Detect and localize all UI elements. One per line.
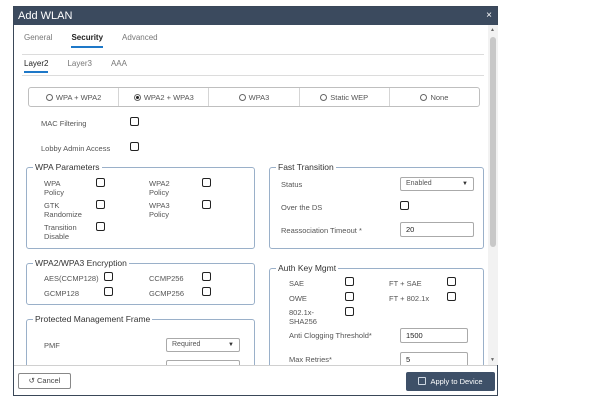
encryption-title: WPA2/WPA3 Encryption — [33, 258, 129, 268]
gtk-randomize-checkbox[interactable] — [96, 200, 105, 209]
security-mode-selector: WPA + WPA2 WPA2 + WPA3 WPA3 Static WEP N… — [28, 87, 480, 107]
security-subtabs: Layer2 Layer3 AAA — [24, 59, 127, 73]
gcmp256-checkbox[interactable] — [202, 287, 211, 296]
ft-status-label: Status — [281, 180, 303, 189]
undo-icon: ↺ — [28, 376, 35, 385]
pmf-select[interactable]: Required ▼ — [166, 338, 240, 352]
anti-clogging-label: Anti Clogging Threshold* — [289, 331, 372, 340]
lobby-admin-access-label: Lobby Admin Access — [41, 144, 111, 153]
lobby-admin-access-checkbox[interactable] — [130, 142, 139, 151]
ccmp256-label: CCMP256 — [149, 274, 184, 283]
over-the-ds-label: Over the DS — [281, 203, 323, 212]
tab-general[interactable]: General — [24, 33, 52, 48]
main-tabs: General Security Advanced — [24, 33, 158, 48]
gtk-randomize-label: GTK Randomize — [44, 201, 82, 219]
add-wlan-dialog: Add WLAN × General Security Advanced Lay… — [13, 6, 498, 396]
caret-down-icon: ▼ — [462, 181, 468, 187]
scrollbar-thumb[interactable] — [490, 37, 496, 247]
radio-selected-icon — [133, 93, 141, 101]
reassociation-timeout-label: Reassociation Timeout * — [281, 226, 362, 235]
mode-option-wpa3[interactable]: WPA3 — [209, 88, 300, 106]
scroll-down-icon[interactable]: ▼ — [490, 357, 495, 363]
fast-transition-title: Fast Transition — [276, 162, 336, 172]
tab-security[interactable]: Security — [71, 33, 104, 48]
ft-8021x-checkbox[interactable] — [447, 292, 456, 301]
dialog-title: Add WLAN — [18, 10, 73, 22]
ccmp256-checkbox[interactable] — [202, 272, 211, 281]
wpa2-policy-label: WPA2 Policy — [149, 179, 170, 197]
gcmp128-label: GCMP128 — [44, 289, 80, 298]
subtab-layer2[interactable]: Layer2 — [24, 59, 49, 73]
dialog-footer: ↺ Cancel Apply to Device — [14, 365, 497, 395]
ft-sae-label: FT + SAE — [389, 279, 422, 288]
sae-label: SAE — [289, 279, 305, 288]
dot1x-sha256-label: 802.1x- SHA256 — [289, 308, 317, 326]
mac-filtering-label: MAC Filtering — [41, 119, 87, 128]
dot1x-sha256-checkbox[interactable] — [345, 307, 354, 316]
pmf-title: Protected Management Frame — [33, 314, 153, 324]
mode-option-wpa2-wpa3[interactable]: WPA2 + WPA3 — [119, 88, 210, 106]
encryption-group: WPA2/WPA3 Encryption — [26, 258, 255, 305]
owe-checkbox[interactable] — [345, 292, 354, 301]
subtab-layer3[interactable]: Layer3 — [67, 59, 91, 73]
max-retries-label: Max Retries* — [289, 355, 332, 364]
tab-divider — [22, 54, 484, 55]
reassociation-timeout-input[interactable]: 20 — [400, 222, 474, 237]
radio-icon — [320, 93, 328, 101]
pmf-label: PMF — [44, 341, 60, 350]
subtab-divider — [22, 75, 484, 76]
mode-option-none[interactable]: None — [390, 88, 479, 106]
radio-icon — [45, 93, 53, 101]
save-icon — [418, 377, 427, 385]
content-scrollbar[interactable]: ▲ ▼ — [488, 25, 498, 365]
dialog-content: General Security Advanced Layer2 Layer3 … — [14, 25, 488, 365]
caret-down-icon: ▼ — [228, 342, 234, 348]
ft-sae-checkbox[interactable] — [447, 277, 456, 286]
radio-icon — [238, 93, 246, 101]
wpa3-policy-checkbox[interactable] — [202, 200, 211, 209]
dialog-titlebar: Add WLAN × — [14, 7, 497, 25]
radio-icon — [420, 93, 428, 101]
wpa-parameters-title: WPA Parameters — [33, 162, 102, 172]
over-the-ds-checkbox[interactable] — [400, 201, 409, 210]
owe-label: OWE — [289, 294, 307, 303]
wpa3-policy-label: WPA3 Policy — [149, 201, 170, 219]
aes-ccmp128-checkbox[interactable] — [104, 272, 113, 281]
ft-status-select[interactable]: Enabled ▼ — [400, 177, 474, 191]
ft-8021x-label: FT + 802.1x — [389, 294, 430, 303]
mode-option-wpa-wpa2[interactable]: WPA + WPA2 — [29, 88, 120, 106]
transition-disable-label: Transition Disable — [44, 223, 77, 241]
apply-to-device-button[interactable]: Apply to Device — [406, 372, 495, 391]
tab-advanced[interactable]: Advanced — [122, 33, 158, 48]
close-icon[interactable]: × — [486, 7, 492, 25]
scroll-up-icon[interactable]: ▲ — [490, 27, 495, 33]
cancel-button[interactable]: ↺ Cancel — [18, 373, 71, 389]
gcmp256-label: GCMP256 — [149, 289, 185, 298]
aes-ccmp128-label: AES(CCMP128) — [44, 274, 99, 283]
wpa2-policy-checkbox[interactable] — [202, 178, 211, 187]
anti-clogging-input[interactable]: 1500 — [400, 328, 468, 343]
transition-disable-checkbox[interactable] — [96, 222, 105, 231]
gcmp128-checkbox[interactable] — [104, 287, 113, 296]
auth-key-mgmt-title: Auth Key Mgmt — [276, 263, 339, 273]
subtab-aaa[interactable]: AAA — [111, 59, 127, 73]
mac-filtering-checkbox[interactable] — [130, 117, 139, 126]
wpa-policy-label: WPA Policy — [44, 179, 65, 197]
mode-option-static-wep[interactable]: Static WEP — [300, 88, 390, 106]
sae-checkbox[interactable] — [345, 277, 354, 286]
wpa-policy-checkbox[interactable] — [96, 178, 105, 187]
max-retries-input[interactable]: 5 — [400, 352, 468, 365]
